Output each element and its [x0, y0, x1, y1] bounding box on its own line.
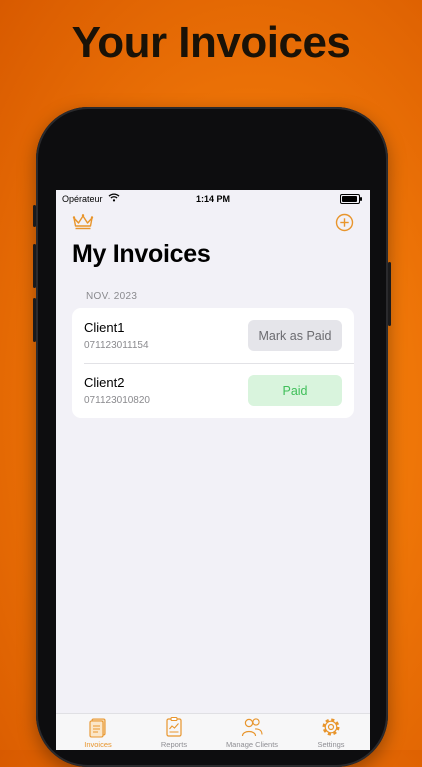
- invoice-client-name: Client2: [84, 375, 125, 390]
- section-header-month: NOV. 2023: [86, 291, 138, 302]
- tab-manage-clients[interactable]: Manage Clients: [222, 714, 282, 750]
- phone-volume-up: [33, 244, 36, 288]
- invoice-row[interactable]: Client1 071123011154 Mark as Paid: [72, 308, 354, 363]
- tab-bar: Invoices Reports Manage Clients Settings: [56, 713, 370, 750]
- report-clipboard-icon: [163, 716, 185, 743]
- invoice-list: Client1 071123011154 Mark as Paid Client…: [72, 308, 354, 418]
- tab-reports[interactable]: Reports: [144, 714, 204, 750]
- crown-icon[interactable]: [72, 213, 94, 235]
- people-icon: [240, 716, 264, 743]
- invoice-document-icon: [87, 716, 109, 743]
- gear-icon: [320, 716, 342, 743]
- tab-label: Invoices: [84, 740, 112, 749]
- tab-label: Reports: [160, 740, 188, 749]
- tab-settings[interactable]: Settings: [301, 714, 361, 750]
- invoice-row[interactable]: Client2 071123010820 Paid: [72, 363, 354, 418]
- invoice-number: 071123011154: [84, 340, 149, 351]
- phone-mute-switch: [33, 205, 36, 227]
- battery-icon: [340, 194, 362, 204]
- mark-as-paid-button[interactable]: Mark as Paid: [248, 320, 342, 351]
- paid-status-button[interactable]: Paid: [248, 375, 342, 406]
- status-bar: Opérateur 1:14 PM: [56, 190, 370, 208]
- battery-fill: [342, 196, 357, 202]
- phone-power-button: [388, 262, 391, 326]
- tab-label: Manage Clients: [225, 740, 279, 749]
- page-title: My Invoices: [72, 240, 211, 268]
- phone-volume-down: [33, 298, 36, 342]
- tab-label: Settings: [317, 740, 345, 749]
- invoice-number: 071123010820: [84, 395, 150, 406]
- invoice-client-name: Client1: [84, 320, 125, 335]
- app-screen: Opérateur 1:14 PM My Invoices NOV. 2023 …: [56, 190, 370, 750]
- status-time: 1:14 PM: [195, 194, 230, 204]
- promo-headline: Your Invoices: [71, 18, 351, 67]
- add-circle-icon[interactable]: [335, 213, 354, 237]
- tab-invoices[interactable]: Invoices: [68, 714, 128, 750]
